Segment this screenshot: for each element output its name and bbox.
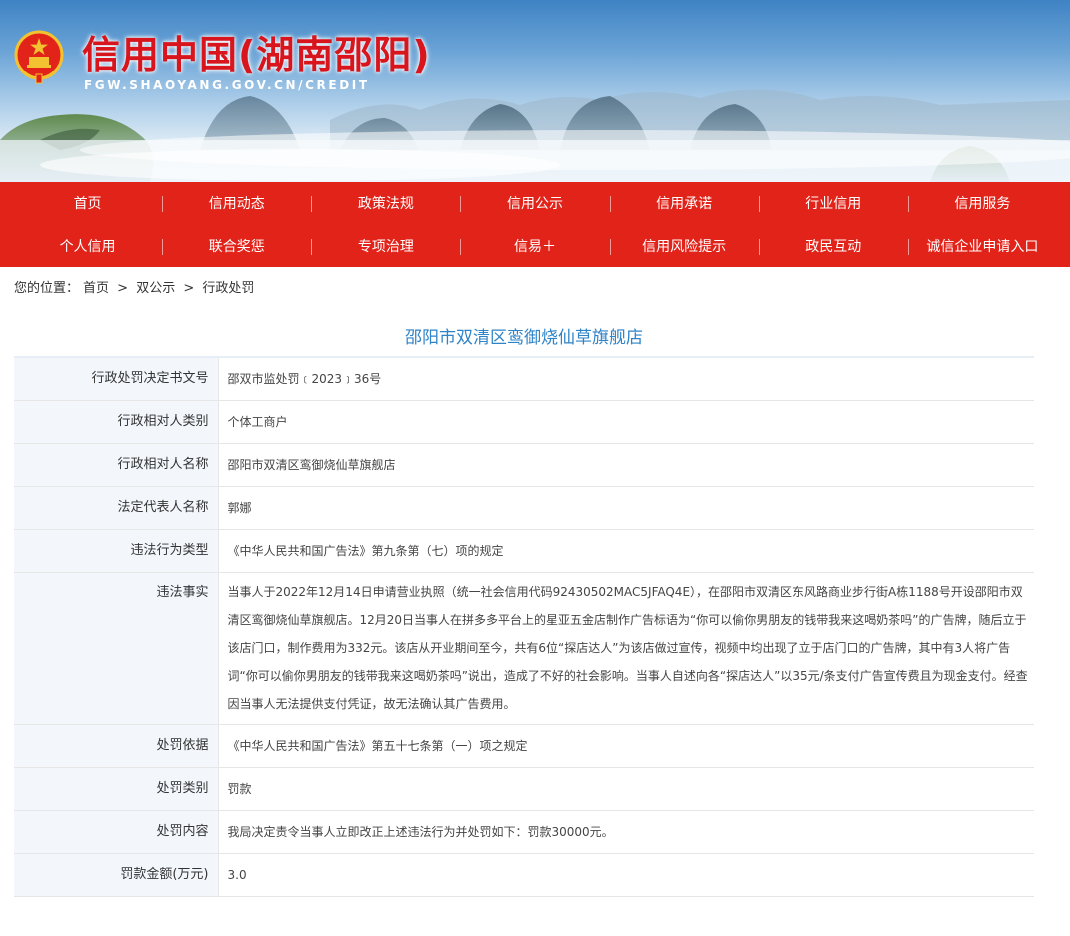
field-label: 违法行为类型 <box>14 529 219 573</box>
site-title[interactable]: 信用中国(湖南邵阳) <box>82 24 431 79</box>
nav-item-home[interactable]: 首页 <box>13 193 162 213</box>
field-label: 法定代表人名称 <box>14 486 219 530</box>
field-value: 个体工商户 <box>218 400 1034 444</box>
nav-item-industry-credit[interactable]: 行业信用 <box>758 193 908 213</box>
field-value: 郭娜 <box>218 486 1034 530</box>
record-title: 邵阳市双清区鸾御烧仙草旗舰店 <box>14 327 1034 358</box>
nav-item-special-governance[interactable]: 专项治理 <box>311 236 460 256</box>
table-row: 违法行为类型 《中华人民共和国广告法》第九条第（七）项的规定 <box>14 529 1034 573</box>
main-content: 邵阳市双清区鸾御烧仙草旗舰店 行政处罚决定书文号 邵双市监处罚﹝2023﹞36号… <box>0 327 1070 897</box>
nav-item-policy[interactable]: 政策法规 <box>311 193 460 213</box>
breadcrumb-separator: > <box>117 281 129 296</box>
penalty-detail-table: 行政处罚决定书文号 邵双市监处罚﹝2023﹞36号 行政相对人类别 个体工商户 … <box>14 358 1034 897</box>
field-label: 处罚依据 <box>14 724 219 768</box>
table-row: 行政处罚决定书文号 邵双市监处罚﹝2023﹞36号 <box>14 358 1034 401</box>
breadcrumb-item-admin-penalty[interactable]: 行政处罚 <box>202 281 254 296</box>
table-row: 处罚内容 我局决定责令当事人立即改正上述违法行为并处罚如下：罚款30000元。 <box>14 810 1034 854</box>
nav-item-credit-service[interactable]: 信用服务 <box>907 193 1057 213</box>
field-label: 行政处罚决定书文号 <box>14 358 219 401</box>
field-label: 行政相对人名称 <box>14 443 219 487</box>
field-label: 违法事实 <box>14 572 219 725</box>
nav-row-2: 个人信用 联合奖惩 专项治理 信易＋ 信用风险提示 政民互动 诚信企业申请入口 <box>13 225 1057 268</box>
breadcrumb-prefix: 您的位置： <box>14 281 80 296</box>
national-emblem-icon <box>14 30 64 84</box>
main-nav: 首页 信用动态 政策法规 信用公示 信用承诺 行业信用 信用服务 个人信用 联合… <box>0 182 1070 267</box>
field-value: 邵双市监处罚﹝2023﹞36号 <box>218 358 1034 401</box>
site-url: FGW.SHAOYANG.GOV.CN/CREDIT <box>84 78 370 92</box>
table-row: 行政相对人名称 邵阳市双清区鸾御烧仙草旗舰店 <box>14 443 1034 487</box>
field-label: 处罚内容 <box>14 810 219 854</box>
field-value: 我局决定责令当事人立即改正上述违法行为并处罚如下：罚款30000元。 <box>218 810 1034 854</box>
nav-item-xinyi-plus[interactable]: 信易＋ <box>460 236 609 256</box>
nav-item-joint-rewards[interactable]: 联合奖惩 <box>162 236 311 256</box>
nav-item-risk-alerts[interactable]: 信用风险提示 <box>609 236 759 256</box>
nav-item-credit-publicity[interactable]: 信用公示 <box>460 193 609 213</box>
table-row: 违法事实 当事人于2022年12月14日申请营业执照（统一社会信用代码92430… <box>14 572 1034 725</box>
table-row: 处罚依据 《中华人民共和国广告法》第五十七条第（一）项之规定 <box>14 724 1034 768</box>
nav-item-credit-commitment[interactable]: 信用承诺 <box>609 193 759 213</box>
field-value: 3.0 <box>218 853 1034 897</box>
nav-row-1: 首页 信用动态 政策法规 信用公示 信用承诺 行业信用 信用服务 <box>13 182 1057 225</box>
field-value: 罚款 <box>218 767 1034 811</box>
breadcrumb-item-double-publicity[interactable]: 双公示 <box>136 281 175 296</box>
field-value: 《中华人民共和国广告法》第五十七条第（一）项之规定 <box>218 724 1034 768</box>
table-row: 处罚类别 罚款 <box>14 767 1034 811</box>
breadcrumb-item-home[interactable]: 首页 <box>83 281 109 296</box>
field-label: 行政相对人类别 <box>14 400 219 444</box>
nav-item-enterprise-apply[interactable]: 诚信企业申请入口 <box>907 236 1057 256</box>
table-row: 罚款金额(万元) 3.0 <box>14 853 1034 897</box>
field-value: 《中华人民共和国广告法》第九条第（七）项的规定 <box>218 529 1034 573</box>
breadcrumb-separator: > <box>183 281 195 296</box>
breadcrumb: 您的位置： 首页 > 双公示 > 行政处罚 <box>0 267 1070 301</box>
site-banner: 信用中国(湖南邵阳) FGW.SHAOYANG.GOV.CN/CREDIT <box>0 0 1070 182</box>
nav-item-interaction[interactable]: 政民互动 <box>758 236 908 256</box>
nav-item-credit-news[interactable]: 信用动态 <box>162 193 311 213</box>
field-label: 处罚类别 <box>14 767 219 811</box>
field-value: 当事人于2022年12月14日申请营业执照（统一社会信用代码92430502MA… <box>218 572 1034 725</box>
table-row: 法定代表人名称 郭娜 <box>14 486 1034 530</box>
field-label: 罚款金额(万元) <box>14 853 219 897</box>
nav-item-personal-credit[interactable]: 个人信用 <box>13 236 162 256</box>
field-value: 邵阳市双清区鸾御烧仙草旗舰店 <box>218 443 1034 487</box>
table-row: 行政相对人类别 个体工商户 <box>14 400 1034 444</box>
